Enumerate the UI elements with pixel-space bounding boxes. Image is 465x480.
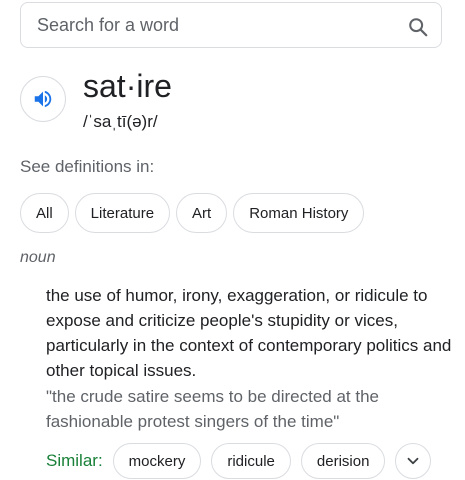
expand-similar-button[interactable] xyxy=(395,443,432,479)
phonetic-spelling: /ˈsaˌtī(ə)r/ xyxy=(83,112,158,131)
speaker-icon xyxy=(34,90,52,108)
search-input[interactable]: Search for a word xyxy=(37,15,179,36)
chip-art[interactable]: Art xyxy=(176,193,228,233)
headword: sat·ire xyxy=(83,68,172,104)
similar-word-derision[interactable]: derision xyxy=(300,443,386,479)
search-icon[interactable] xyxy=(407,16,429,38)
chip-literature[interactable]: Literature xyxy=(74,193,171,233)
chevron-down-icon xyxy=(408,457,419,465)
similar-words-row: Similar: mockery ridicule derision xyxy=(46,443,432,479)
audio-button[interactable] xyxy=(20,76,66,122)
see-definitions-label: See definitions in: xyxy=(20,157,155,176)
similar-word-ridicule[interactable]: ridicule xyxy=(211,443,291,479)
similar-label: Similar: xyxy=(46,451,103,470)
similar-word-mockery[interactable]: mockery xyxy=(112,443,202,479)
part-of-speech: noun xyxy=(20,249,56,266)
chip-roman-history[interactable]: Roman History xyxy=(233,193,365,233)
example-sentence: "the crude satire seems to be directed a… xyxy=(46,387,379,431)
chip-all[interactable]: All xyxy=(20,193,69,233)
search-box[interactable]: Search for a word xyxy=(20,2,442,48)
definition-category-chips: All Literature Art Roman History xyxy=(20,193,365,233)
definition-text: the use of humor, irony, exaggeration, o… xyxy=(46,286,452,380)
